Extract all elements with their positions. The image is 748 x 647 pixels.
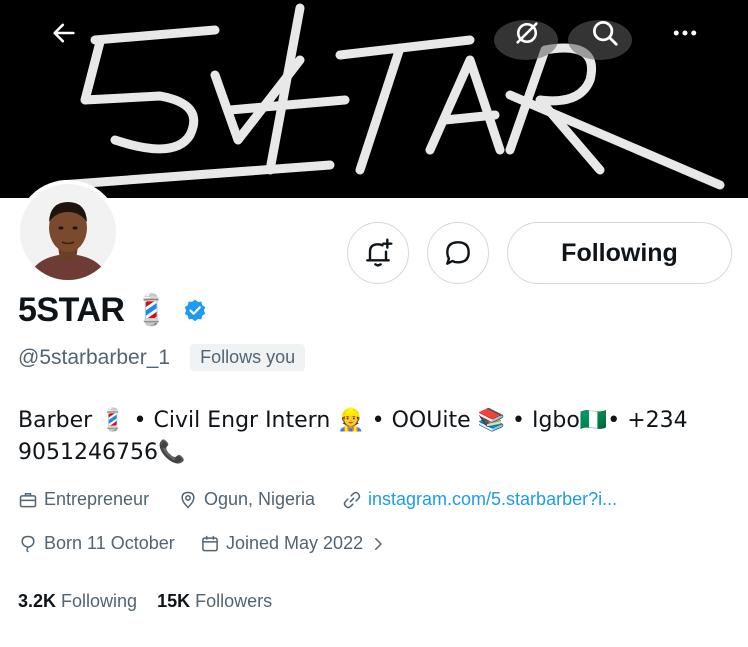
handle: @5starbarber_1	[18, 345, 171, 369]
following-stat[interactable]: 3.2K Following	[18, 591, 137, 612]
handle-row: @5starbarber_1 Follows you	[18, 344, 306, 371]
message-icon	[446, 241, 470, 265]
website-item[interactable]: instagram.com/5.starbarber?i...	[342, 489, 617, 510]
following-label: Following	[61, 591, 138, 611]
search-button[interactable]	[582, 10, 628, 56]
search-icon	[593, 21, 618, 46]
followers-count: 15K	[157, 591, 191, 611]
followers-label: Followers	[195, 591, 273, 611]
follow-stats: 3.2K Following 15K Followers	[18, 591, 272, 612]
message-button[interactable]	[427, 222, 489, 284]
occupation-item: Entrepreneur	[18, 489, 149, 510]
location-pin-icon	[181, 491, 195, 509]
display-name: 5STAR	[18, 291, 125, 329]
verified-badge-icon[interactable]	[182, 298, 208, 324]
bell-plus-icon	[366, 238, 393, 267]
avatar-photo	[20, 184, 116, 280]
follows-you-badge: Follows you	[190, 344, 306, 371]
balloon-icon	[21, 535, 35, 552]
joined-item[interactable]: Joined May 2022	[200, 533, 393, 554]
arrow-left-icon	[53, 23, 75, 43]
following-button[interactable]: Following	[507, 222, 732, 284]
barber-pole-emoji: 💈	[132, 293, 170, 328]
notifications-button[interactable]	[347, 222, 409, 284]
website-link[interactable]: instagram.com/5.starbarber?i...	[368, 489, 617, 510]
calendar-icon	[202, 535, 218, 551]
birthday: Born 11 October	[44, 533, 175, 553]
briefcase-icon	[19, 492, 37, 507]
chevron-right-icon	[375, 537, 382, 550]
back-button[interactable]	[41, 10, 87, 56]
avatar[interactable]	[16, 180, 120, 284]
birthday-item: Born 11 October	[18, 533, 175, 554]
bio-line-2: 9051246756📞	[18, 440, 186, 465]
more-button[interactable]	[662, 10, 708, 56]
profile-banner[interactable]	[0, 0, 748, 198]
joined-date: Joined May 2022	[226, 533, 364, 553]
following-count: 3.2K	[18, 591, 57, 611]
link-icon	[343, 491, 361, 508]
location: Ogun, Nigeria	[204, 489, 316, 509]
followers-stat[interactable]: 15K Followers	[157, 591, 272, 612]
location-item: Ogun, Nigeria	[178, 489, 315, 510]
grok-icon	[516, 22, 538, 44]
bio-line-1: Barber 💈 • Civil Engr Intern 👷 • OOUite …	[18, 408, 688, 433]
occupation: Entrepreneur	[44, 489, 150, 509]
banner-graffiti-logo	[55, 3, 725, 190]
grok-button[interactable]	[504, 10, 550, 56]
bio: Barber 💈 • Civil Engr Intern 👷 • OOUite …	[18, 405, 718, 469]
more-icon	[673, 30, 697, 36]
display-name-row: 5STAR 💈	[18, 291, 208, 330]
